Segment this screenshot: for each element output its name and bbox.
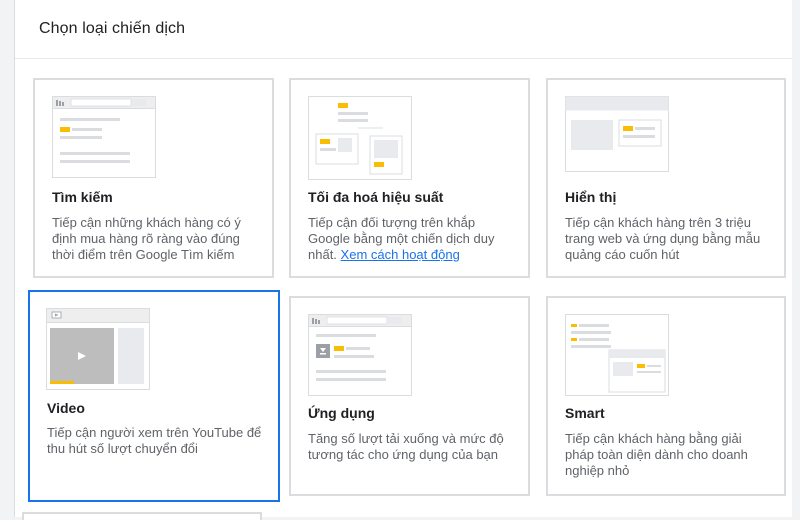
campaign-card-search[interactable]: Tìm kiếm Tiếp cận những khách hàng có ý … [33, 78, 274, 278]
search-campaign-illustration [52, 96, 156, 178]
display-campaign-illustration [565, 96, 669, 172]
app-campaign-illustration [308, 314, 412, 396]
card-title: Hiển thị [565, 189, 617, 205]
card-description: Tiếp cận những khách hàng có ý định mua … [52, 215, 241, 262]
campaign-card-smart[interactable]: Smart Tiếp cận khách hàng bằng giải pháp… [546, 296, 786, 496]
card-title: Tối đa hoá hiệu suất [308, 189, 444, 205]
card-title: Tìm kiếm [52, 189, 113, 205]
dialog-header: Chọn loại chiến dịch [15, 0, 799, 59]
card-title: Video [47, 400, 85, 416]
card-title: Ứng dụng [308, 405, 375, 421]
campaign-card-performance-max[interactable]: Tối đa hoá hiệu suất Tiếp cận đối tượng … [289, 78, 530, 278]
learn-how-link[interactable]: Xem cách hoạt động [341, 247, 460, 262]
campaign-card-app[interactable]: Ứng dụng Tăng số lượt tải xuống và mức đ… [289, 296, 530, 496]
card-description: Tiếp cận đối tượng trên khắp Google bằng… [308, 215, 495, 262]
card-description: Tiếp cận khách hàng trên 3 triệu trang w… [565, 215, 761, 262]
card-title: Smart [565, 405, 605, 421]
card-description: Tăng số lượt tải xuống và mức độ tương t… [308, 431, 504, 462]
card-description: Tiếp cận khách hàng bằng giải pháp toàn … [565, 431, 748, 478]
performance-max-illustration [308, 96, 412, 180]
smart-campaign-illustration [565, 314, 669, 396]
campaign-card-display[interactable]: Hiển thị Tiếp cận khách hàng trên 3 triệ… [546, 78, 786, 278]
campaign-card-partial [22, 512, 262, 520]
scroll-edge [792, 0, 800, 517]
dialog-title: Chọn loại chiến dịch [39, 20, 186, 37]
campaign-card-video[interactable]: Video Tiếp cận người xem trên YouTube để… [28, 290, 280, 502]
card-description: Tiếp cận người xem trên YouTube để thu h… [47, 425, 262, 456]
video-campaign-illustration [46, 308, 150, 390]
